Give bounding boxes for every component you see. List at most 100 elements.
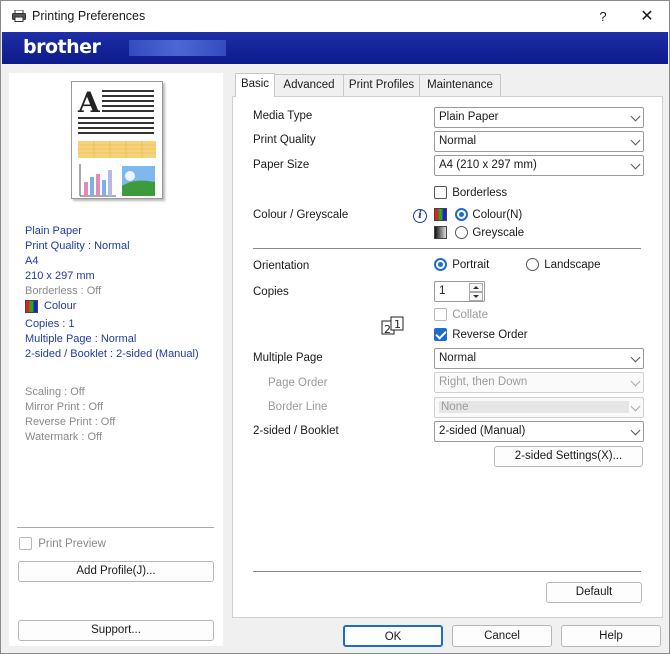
printing-preferences-window: Printing Preferences ? ✕ brother A Plain… <box>0 0 670 654</box>
paper-size-label: Paper Size <box>253 159 310 171</box>
support-button[interactable]: Support... <box>18 620 214 641</box>
default-button[interactable]: Default <box>546 582 642 603</box>
chevron-down-icon <box>630 401 641 412</box>
window-title: Printing Preferences <box>32 9 146 23</box>
paper-size-select[interactable]: A4 (210 x 297 mm) <box>434 155 644 176</box>
multiple-page-label: Multiple Page <box>253 352 323 364</box>
summary-reverse-print: Reverse Print : Off <box>25 416 116 428</box>
media-type-select[interactable]: Plain Paper <box>434 107 644 128</box>
summary-copies: Copies : 1 <box>25 318 75 330</box>
multiple-page-select[interactable]: Normal <box>434 348 644 369</box>
two-sided-settings-button[interactable]: 2-sided Settings(X)... <box>494 446 643 467</box>
help-button[interactable]: Help <box>561 625 661 647</box>
tab-container: Basic Advanced Print Profiles Maintenanc… <box>232 73 663 618</box>
chevron-down-icon <box>630 376 641 387</box>
tab-basic[interactable]: Basic <box>235 73 275 97</box>
left-divider <box>17 527 214 528</box>
svg-text:A: A <box>77 86 101 119</box>
summary-borderless: Borderless : Off <box>25 285 102 297</box>
page-order-select[interactable]: Right, then Down <box>434 372 644 393</box>
collate-checkbox[interactable]: Collate <box>434 308 488 321</box>
summary-print-quality: Print Quality : Normal <box>25 240 130 252</box>
portrait-label: Portrait <box>452 258 490 271</box>
borderless-box[interactable] <box>434 186 447 199</box>
page-order-label: Page Order <box>268 377 328 389</box>
copies-label: Copies <box>253 286 289 298</box>
colour-radio[interactable]: Colour(N) <box>434 208 522 221</box>
border-line-select[interactable]: None <box>434 397 644 418</box>
title-bar: Printing Preferences ? ✕ <box>1 1 669 32</box>
borderless-label: Borderless <box>452 186 508 199</box>
chevron-down-icon <box>630 111 641 122</box>
brand-logo: brother <box>23 36 101 58</box>
colour-option-label: Colour(N) <box>472 208 523 221</box>
add-profile-button[interactable]: Add Profile(J)... <box>18 561 214 582</box>
greyscale-option-label: Greyscale <box>472 226 525 239</box>
svg-text:1: 1 <box>394 318 401 331</box>
svg-text:2: 2 <box>384 323 391 336</box>
portrait-radio[interactable]: Portrait <box>434 258 489 271</box>
bottom-divider <box>253 571 641 572</box>
title-help-button[interactable]: ? <box>581 1 625 32</box>
summary-paper-dimensions: 210 x 297 mm <box>25 270 95 282</box>
info-icon[interactable]: i <box>413 209 427 223</box>
greyscale-radio-button[interactable] <box>455 226 469 239</box>
copies-value[interactable]: 1 <box>439 285 445 297</box>
colour-icon <box>434 208 447 221</box>
portrait-radio-button[interactable] <box>434 258 447 271</box>
multiple-page-value: Normal <box>439 352 477 364</box>
tab-advanced[interactable]: Advanced <box>274 74 344 96</box>
collate-label: Collate <box>452 308 489 321</box>
summary-mirror-print: Mirror Print : Off <box>25 401 104 413</box>
summary-watermark: Watermark : Off <box>25 431 103 443</box>
settings-summary-panel: A Plain Paper Print Quality: Normal A4 … <box>9 73 223 646</box>
summary-multiple-page: Multiple Page : Normal <box>25 333 137 345</box>
close-icon[interactable]: ✕ <box>625 1 669 32</box>
decrement-icon[interactable] <box>469 292 483 301</box>
print-preview-checkbox[interactable]: Print Preview <box>19 537 106 550</box>
preview-illustration: A <box>77 86 156 197</box>
chevron-down-icon <box>630 159 641 170</box>
chevron-down-icon <box>630 425 641 436</box>
ok-button[interactable]: OK <box>343 625 443 647</box>
basic-tab-page: Media Type Plain Paper Print Quality Nor… <box>232 96 663 618</box>
summary-media-type: Plain Paper <box>25 225 82 237</box>
increment-icon[interactable] <box>469 283 483 292</box>
colour-icon <box>25 299 38 313</box>
reverse-order-label: Reverse Order <box>452 328 528 341</box>
print-quality-select[interactable]: Normal <box>434 131 644 152</box>
media-type-value: Plain Paper <box>439 111 499 123</box>
border-line-value: None <box>439 401 629 413</box>
two-sided-label: 2-sided / Booklet <box>253 425 339 437</box>
landscape-radio[interactable]: Landscape <box>526 258 600 271</box>
cancel-button[interactable]: Cancel <box>452 625 552 647</box>
summary-two-sided: 2-sided / Booklet : 2-sided (Manual) <box>25 348 199 360</box>
chevron-down-icon <box>630 352 641 363</box>
collate-box[interactable] <box>434 308 447 321</box>
borderless-checkbox[interactable]: Borderless <box>434 186 507 199</box>
landscape-radio-button[interactable] <box>526 258 539 271</box>
summary-paper-size: A4 <box>25 255 39 267</box>
landscape-label: Landscape <box>544 258 601 271</box>
border-line-label: Border Line <box>268 401 328 413</box>
summary-scaling: Scaling : Off <box>25 386 85 398</box>
reverse-order-checkbox[interactable]: Reverse Order <box>434 328 528 341</box>
media-type-label: Media Type <box>253 110 313 122</box>
page-order-value: Right, then Down <box>439 376 528 388</box>
tab-maintenance[interactable]: Maintenance <box>419 74 501 96</box>
orientation-label: Orientation <box>253 260 310 272</box>
copies-stepper[interactable]: 1 <box>434 281 485 302</box>
two-sided-select[interactable]: 2-sided (Manual) <box>434 421 644 442</box>
colour-radio-button[interactable] <box>455 208 469 221</box>
reverse-order-box[interactable] <box>434 328 447 341</box>
tab-print-profiles[interactable]: Print Profiles <box>343 74 420 96</box>
greyscale-icon <box>434 226 447 239</box>
print-preview-box[interactable] <box>19 537 32 550</box>
greyscale-radio[interactable]: Greyscale <box>434 226 524 239</box>
printer-icon <box>12 10 26 22</box>
print-preview-label: Print Preview <box>38 537 106 550</box>
chevron-down-icon <box>630 135 641 146</box>
summary-colour: Colour <box>44 300 77 312</box>
page-order-icon: 2 1 <box>381 316 404 336</box>
print-quality-value: Normal <box>439 135 477 147</box>
